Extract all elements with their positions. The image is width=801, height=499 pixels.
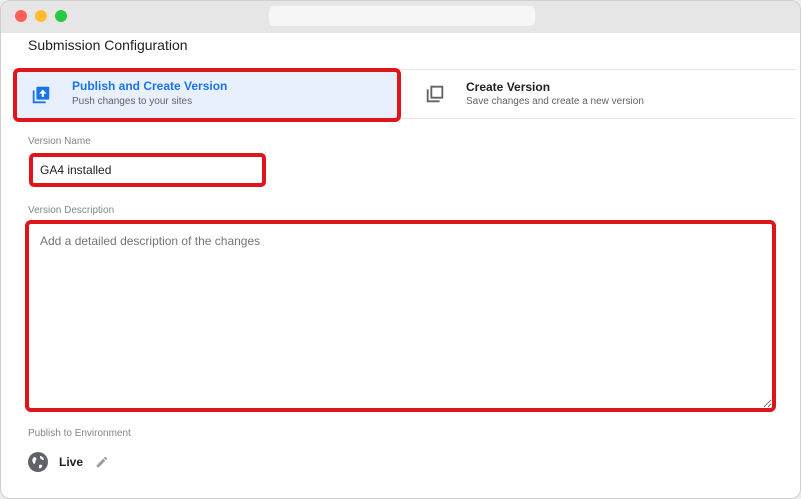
option-create-version[interactable]: Create Version Save changes and create a… <box>410 70 790 120</box>
option-subtitle: Save changes and create a new version <box>466 96 644 107</box>
submission-panel: Submission Configuration Publish and Cre… <box>7 33 796 493</box>
address-bar[interactable] <box>269 6 535 26</box>
close-window-button[interactable] <box>15 10 27 22</box>
submission-options: Publish and Create Version Push changes … <box>10 68 796 122</box>
option-publish-and-create-version[interactable]: Publish and Create Version Push changes … <box>13 68 401 122</box>
option-title: Create Version <box>466 80 551 94</box>
globe-icon <box>28 452 48 472</box>
app-window: Submission Configuration Publish and Cre… <box>0 0 801 499</box>
version-description-label: Version Description <box>28 205 115 216</box>
title-bar <box>1 1 800 33</box>
version-description-input[interactable] <box>25 220 776 412</box>
publish-icon <box>32 86 50 104</box>
option-title: Publish and Create Version <box>72 79 228 93</box>
environment-row: Live <box>28 451 228 473</box>
copy-icon <box>426 85 444 103</box>
environment-name: Live <box>59 455 84 469</box>
option-subtitle: Push changes to your sites <box>72 96 193 107</box>
panel-title: Submission Configuration <box>28 37 188 53</box>
version-name-input[interactable] <box>29 153 266 187</box>
pencil-icon[interactable] <box>95 455 109 469</box>
environment-label: Publish to Environment <box>28 428 131 439</box>
version-name-label: Version Name <box>28 136 91 147</box>
minimize-window-button[interactable] <box>35 10 47 22</box>
zoom-window-button[interactable] <box>55 10 67 22</box>
